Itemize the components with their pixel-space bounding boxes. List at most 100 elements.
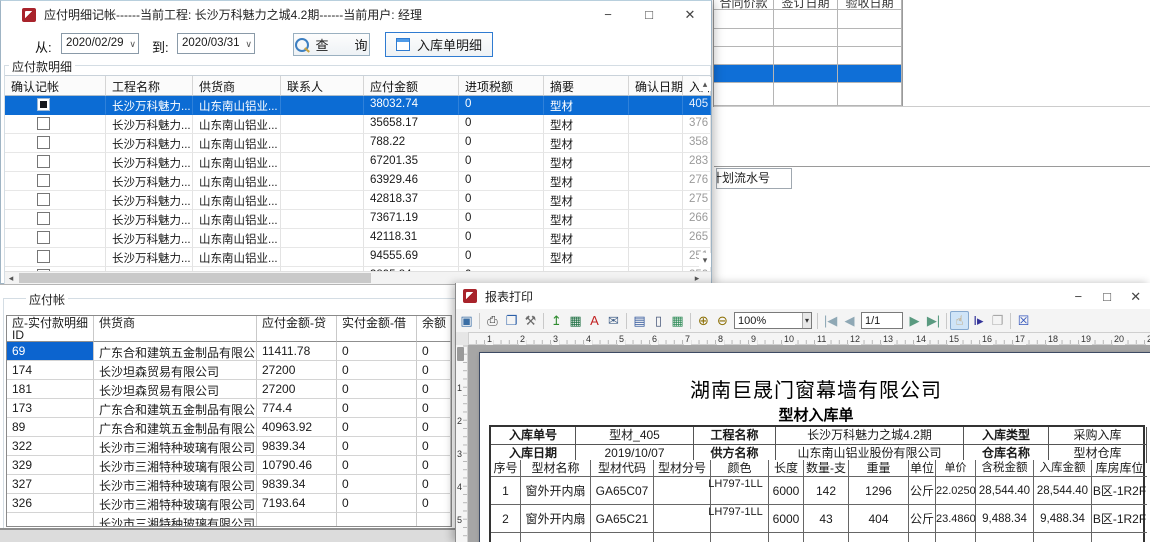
table-row[interactable]	[714, 29, 902, 47]
info-value: 采购入库	[1049, 427, 1147, 445]
close-icon[interactable]: ✕	[675, 7, 705, 23]
scroll-down-icon[interactable]: ▾	[699, 253, 711, 267]
debit-cell: 9839.34	[257, 475, 337, 494]
row-checkbox[interactable]	[37, 212, 50, 225]
table-row-selected[interactable]	[714, 65, 902, 83]
row-checkbox[interactable]	[37, 117, 50, 130]
column-header[interactable]: 确认记帐	[5, 76, 106, 96]
table-row[interactable]: 长沙万科魅力... 山东南山铝业... 94555.69 0 型材 251	[5, 248, 711, 267]
maximize-icon[interactable]: □	[1093, 289, 1122, 304]
ruler-scroll-marker[interactable]	[457, 347, 464, 361]
row-checkbox[interactable]	[37, 136, 50, 149]
zoom-level-combobox[interactable]: 100%▾	[734, 312, 812, 329]
inbound-detail-button[interactable]: 入库单明细	[385, 32, 493, 57]
last-page-icon[interactable]: ▶|	[924, 311, 943, 330]
prev-page-icon[interactable]: ◀	[840, 311, 859, 330]
table-row[interactable]: 89 广东合和建筑五金制品有限公司 40963.92 0 0	[7, 418, 451, 437]
column-header[interactable]: 应付金额-贷	[257, 316, 337, 342]
next-page-icon[interactable]: ▶	[905, 311, 924, 330]
zoom-in-icon[interactable]: ⊕	[694, 311, 713, 330]
table-row[interactable]: 长沙万科魅力... 山东南山铝业... 67201.35 0 型材 283	[5, 153, 711, 172]
print-icon[interactable]: ⎙	[483, 311, 502, 330]
page-number-input[interactable]: 1/1	[861, 312, 903, 329]
copy-icon[interactable]: ❐	[988, 311, 1007, 330]
table-row[interactable]: 173 广东合和建筑五金制品有限公司 774.4 0 0	[7, 399, 451, 418]
properties-icon[interactable]: ⚒	[521, 311, 540, 330]
table-row[interactable]	[714, 83, 902, 106]
send-email-icon[interactable]: ✉	[604, 311, 623, 330]
chevron-down-icon[interactable]: ∨	[129, 35, 136, 54]
save-icon[interactable]: ▤	[630, 311, 649, 330]
maximize-icon[interactable]: □	[634, 7, 664, 22]
from-date-combobox[interactable]: 2020/02/29 ∨	[61, 33, 139, 54]
table-row[interactable]: 327 长沙市三湘特种玻璃有限公司 9839.34 0 0	[7, 475, 451, 494]
column-header[interactable]: 余额	[417, 316, 451, 342]
table-row[interactable]: 长沙万科魅力... 山东南山铝业... 73671.19 0 型材 266	[5, 210, 711, 229]
table-row[interactable]: 长沙万科魅力... 山东南山铝业... 788.22 0 型材 358	[5, 134, 711, 153]
row-checkbox[interactable]	[37, 98, 50, 111]
row-checkbox[interactable]	[37, 231, 50, 244]
serial-number-field[interactable]: 计划流水号	[716, 168, 792, 189]
table-row[interactable]: 174 长沙坦森贸易有限公司 27200 0 0	[7, 361, 451, 380]
column-header[interactable]: 进项税额	[459, 76, 544, 96]
row-checkbox[interactable]	[37, 250, 50, 263]
table-row[interactable]: 326 长沙市三湘特种玻璃有限公司 7193.64 0 0	[7, 494, 451, 513]
chevron-down-icon[interactable]: ▾	[802, 313, 811, 328]
hand-tool-icon[interactable]: ☝	[950, 311, 969, 330]
table-row[interactable]: 长沙万科魅力... 山东南山铝业... 42118.31 0 型材 265	[5, 229, 711, 248]
column-header[interactable]: 实付金额-借	[337, 316, 417, 342]
column-header[interactable]: 供货商	[193, 76, 281, 96]
first-page-icon[interactable]: |◀	[821, 311, 840, 330]
close-icon[interactable]: ✕	[1121, 289, 1150, 305]
minimize-icon[interactable]: −	[1064, 289, 1093, 304]
title-bar[interactable]: 报表打印	[456, 283, 1150, 309]
table-row[interactable]: 长沙万科魅力... 山东南山铝业... 63929.46 0 型材 276	[5, 172, 711, 191]
column-header[interactable]: 工程名称	[106, 76, 193, 96]
query-button[interactable]: 查 询	[293, 33, 370, 56]
print-preview-area[interactable]: 湖南巨晟门窗幕墙有限公司 型材入库单 入库单号 型材_405 工程名称 长沙万科…	[468, 345, 1150, 542]
table-row[interactable]: 长沙市三湘特种玻璃有限公司	[7, 513, 451, 527]
ruler-number: 4	[585, 333, 592, 345]
supplier-cell: 长沙市三湘特种玻璃有限公司	[94, 437, 257, 456]
export-icon[interactable]: ↥	[547, 311, 566, 330]
scroll-up-icon[interactable]: ▴	[699, 77, 711, 91]
table-row[interactable]: 322 长沙市三湘特种玻璃有限公司 9839.34 0 0	[7, 437, 451, 456]
minimize-icon[interactable]: −	[593, 7, 623, 22]
row-checkbox[interactable]	[37, 155, 50, 168]
column-header[interactable]: 应付金额	[364, 76, 459, 96]
page-setup-icon[interactable]: ❐	[502, 311, 521, 330]
table-row[interactable]: 长沙万科魅力... 山东南山铝业... 38032.74 0 型材 405	[5, 96, 711, 115]
column-header[interactable]: 联系人	[281, 76, 364, 96]
debit-cell: 774.4	[257, 399, 337, 418]
table-row[interactable]: 181 长沙坦森贸易有限公司 27200 0 0	[7, 380, 451, 399]
close-preview-icon[interactable]: ☒	[1014, 311, 1033, 330]
supplier-cell: 山东南山铝业...	[193, 153, 281, 172]
row-checkbox[interactable]	[37, 174, 50, 187]
table-row[interactable]: 329 长沙市三湘特种玻璃有限公司 10790.46 0 0	[7, 456, 451, 475]
column-header[interactable]: 应-实付款明细ID	[7, 316, 94, 342]
single-page-view-icon[interactable]: ▯	[649, 311, 668, 330]
table-row[interactable]	[714, 10, 902, 29]
id-cell: 174	[7, 361, 94, 380]
scrollbar-thumb[interactable]	[19, 273, 371, 283]
to-date-combobox[interactable]: 2020/03/31 ∨	[177, 33, 255, 54]
report-design-icon[interactable]: ▣	[457, 311, 476, 330]
column-header[interactable]: 摘要	[544, 76, 629, 96]
scroll-left-icon[interactable]: ◂	[5, 272, 17, 284]
multi-page-view-icon[interactable]: ▦	[668, 311, 687, 330]
text-select-icon[interactable]: I▸	[969, 311, 988, 330]
ruler-number: 11	[816, 333, 827, 345]
zoom-out-icon[interactable]: ⊖	[713, 311, 732, 330]
export-pdf-icon[interactable]: A	[585, 311, 604, 330]
tax-cell: 0	[459, 115, 544, 134]
table-row[interactable]: 69 广东合和建筑五金制品有限公司 11411.78 0 0	[7, 342, 451, 361]
row-checkbox[interactable]	[37, 193, 50, 206]
table-row[interactable]: 长沙万科魅力... 山东南山铝业... 35658.17 0 型材 376	[5, 115, 711, 134]
table-row[interactable]: 长沙万科魅力... 山东南山铝业... 42818.37 0 型材 275	[5, 191, 711, 210]
chevron-down-icon[interactable]: ∨	[245, 35, 252, 54]
column-header[interactable]: 确认日期	[629, 76, 683, 96]
export-excel-icon[interactable]: ▦	[566, 311, 585, 330]
ruler-number: 16	[981, 333, 993, 345]
column-header[interactable]: 供货商	[94, 316, 257, 342]
table-row[interactable]	[714, 47, 902, 65]
